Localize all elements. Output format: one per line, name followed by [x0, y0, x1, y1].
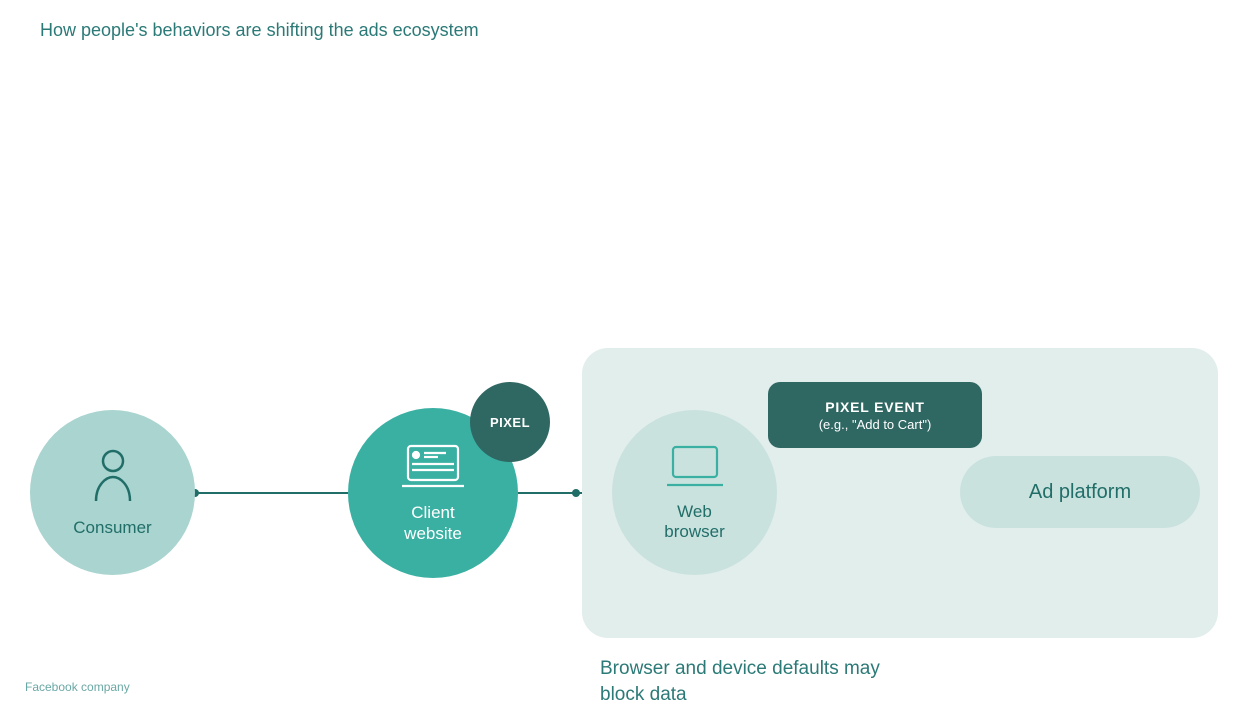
diagram-canvas: Consumer Clientwebsite PIXEL — [0, 330, 1243, 680]
blocked-container: Webbrowser PIXEL EVENT (e.g., "Add to Ca… — [582, 348, 1218, 638]
node-consumer-label: Consumer — [73, 518, 151, 538]
footer-company: Facebook company — [25, 680, 130, 694]
node-browser-label: Webbrowser — [664, 502, 724, 543]
laptop-website-icon — [398, 442, 468, 501]
node-consumer: Consumer — [30, 410, 195, 575]
node-ad-platform-label: Ad platform — [1029, 481, 1131, 504]
pixel-badge-label: PIXEL — [490, 415, 530, 430]
blocked-caption: Browser and device defaults may block da… — [600, 656, 900, 707]
person-icon — [90, 447, 136, 514]
node-client-label: Clientwebsite — [404, 503, 462, 544]
pixel-badge: PIXEL — [470, 382, 550, 462]
node-ad-platform: Ad platform — [960, 456, 1200, 528]
pixel-event-card: PIXEL EVENT (e.g., "Add to Cart") — [768, 382, 982, 448]
pixel-event-title: PIXEL EVENT — [825, 399, 925, 415]
node-web-browser: Webbrowser — [612, 410, 777, 575]
laptop-icon — [663, 443, 727, 500]
page-title: How people's behaviors are shifting the … — [40, 20, 479, 41]
pixel-event-subtitle: (e.g., "Add to Cart") — [819, 417, 932, 432]
